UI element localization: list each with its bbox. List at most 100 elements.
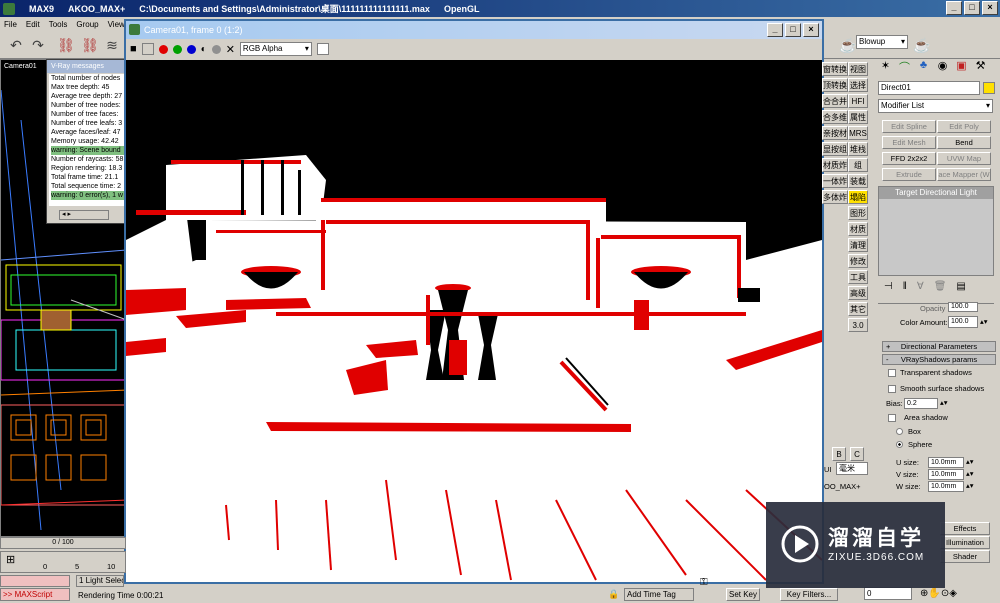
key-filters-button[interactable]: Key Filters...	[780, 588, 838, 601]
maximize-button[interactable]: □	[964, 1, 980, 15]
vray-log-scrollbar[interactable]: ◂ ▸	[59, 210, 109, 220]
quick-render-icon[interactable]: ☕	[912, 36, 932, 54]
modifier-list[interactable]: Modifier List ▾	[878, 99, 993, 113]
akoo-button[interactable]: 属性	[848, 110, 868, 124]
minimize-button[interactable]: _	[946, 1, 962, 15]
box-radio[interactable]	[896, 428, 903, 435]
bend-button[interactable]: Bend	[937, 136, 991, 149]
redo-icon[interactable]: ↷	[28, 36, 48, 54]
menu-tools[interactable]: Tools	[49, 20, 68, 29]
effects-button[interactable]: Effects	[940, 522, 990, 535]
akoo-button[interactable]: 材质	[848, 222, 868, 236]
akoo-button[interactable]: 亲按材	[822, 126, 848, 140]
menu-file[interactable]: File	[4, 20, 17, 29]
color-swatch[interactable]	[316, 43, 329, 55]
hierarchy-tab-icon[interactable]: ♣	[915, 59, 932, 77]
object-color-swatch[interactable]	[983, 82, 995, 94]
area-shadow-checkbox[interactable]	[888, 414, 896, 422]
akoo-button[interactable]: 合多维	[822, 110, 848, 124]
modifier-stack[interactable]: Target Directional Light	[878, 186, 994, 276]
bias-spinner[interactable]: ▴▾	[940, 398, 948, 407]
clone-window-icon[interactable]	[141, 43, 154, 55]
maxscript-listener-top[interactable]	[0, 575, 70, 587]
akoo-button[interactable]: 工具	[848, 270, 868, 284]
make-unique-icon[interactable]: ∀	[917, 281, 924, 292]
render-frame-window[interactable]: Camera01, frame 0 (1:2) _ □ × ■ ◐ ✕ RGB …	[124, 19, 824, 584]
lock-icon[interactable]: 🔒	[608, 589, 619, 600]
b-button[interactable]: B	[832, 447, 846, 461]
red-channel-icon[interactable]	[158, 44, 168, 54]
akoo-button[interactable]: 清理	[848, 238, 868, 252]
configure-sets-icon[interactable]: ▤	[956, 281, 965, 292]
akoo-button[interactable]: 图形	[848, 206, 868, 220]
render-scene-icon[interactable]: ☕	[838, 36, 858, 54]
save-image-icon[interactable]: ■	[130, 43, 137, 55]
menu-edit[interactable]: Edit	[26, 20, 40, 29]
track-bar-icon[interactable]: ⊞	[6, 553, 15, 566]
unit-select[interactable]: 毫米	[836, 462, 868, 475]
akoo-button[interactable]: 塌陷	[848, 190, 868, 204]
c-button[interactable]: C	[850, 447, 864, 461]
u-size-spinner[interactable]: ▴▾	[966, 457, 974, 466]
akoo-button[interactable]: 堆栈	[848, 142, 868, 156]
u-size-field[interactable]: 10.0mm	[928, 457, 964, 468]
set-key-button[interactable]: Set Key	[726, 588, 760, 601]
create-tab-icon[interactable]: ✶	[877, 59, 894, 77]
color-amount-field[interactable]: 100.0	[948, 316, 978, 328]
show-end-result-icon[interactable]: ‖	[903, 281, 907, 292]
frame-field[interactable]: 0	[864, 587, 912, 600]
remove-modifier-icon[interactable]: 🗑	[934, 281, 947, 292]
vray-messages-title[interactable]: V-Ray messages	[47, 60, 127, 73]
illumination-button[interactable]: Illumination	[940, 536, 990, 549]
akoo-button[interactable]: 视图	[848, 62, 868, 76]
uvw-map-button[interactable]: UVW Map	[937, 152, 991, 165]
akoo-button[interactable]: 多体炸	[822, 190, 848, 204]
smooth-surface-checkbox[interactable]	[888, 385, 896, 393]
extrude-button[interactable]: Extrude	[882, 168, 936, 181]
ffd-button[interactable]: FFD 2x2x2	[882, 152, 936, 165]
nav-controls-icon[interactable]: ⊕✋⊙◈	[920, 588, 957, 599]
akoo-button[interactable]: 窗转换	[822, 62, 848, 76]
akoo-button[interactable]: MRS	[848, 126, 868, 140]
undo-icon[interactable]: ↶	[6, 36, 26, 54]
edit-spline-button[interactable]: Edit Spline	[882, 120, 936, 133]
surface-mapper-button[interactable]: ace Mapper (W	[937, 168, 991, 181]
shader-button[interactable]: Shader	[940, 550, 990, 563]
object-name-field[interactable]: Direct01	[878, 81, 980, 95]
close-button[interactable]: ×	[982, 1, 998, 15]
menu-group[interactable]: Group	[76, 20, 98, 29]
render-window-title-bar[interactable]: Camera01, frame 0 (1:2) _ □ ×	[126, 21, 822, 39]
motion-tab-icon[interactable]: ◉	[934, 59, 951, 77]
akoo-button[interactable]: 装载	[848, 174, 868, 188]
akoo-button[interactable]: 顶转换	[822, 78, 848, 92]
render-preset-select[interactable]: Blowup ▾	[856, 35, 908, 49]
akoo-button[interactable]: 材质炸	[822, 158, 848, 172]
opacity-field[interactable]: 100.0	[948, 302, 978, 312]
akoo-button[interactable]: HFI	[848, 94, 868, 108]
akoo-button[interactable]: 合合并	[822, 94, 848, 108]
render-minimize-button[interactable]: _	[767, 23, 783, 37]
display-tab-icon[interactable]: ▣	[953, 59, 970, 77]
mono-icon[interactable]	[211, 44, 221, 54]
bias-field[interactable]: 0.2	[904, 398, 938, 409]
akoo-button[interactable]: 其它	[848, 302, 868, 316]
v-size-field[interactable]: 10.0mm	[928, 469, 964, 480]
transparent-shadows-checkbox[interactable]	[888, 369, 896, 377]
v-size-spinner[interactable]: ▴▾	[966, 469, 974, 478]
akoo-button[interactable]: 选择	[848, 78, 868, 92]
select-link-icon[interactable]: ⛓	[56, 36, 76, 54]
akoo-button[interactable]: 一体炸	[822, 174, 848, 188]
w-size-field[interactable]: 10.0mm	[928, 481, 964, 492]
akoo-button[interactable]: 3.0	[848, 318, 868, 332]
key-icon[interactable]: ⚿	[700, 577, 708, 588]
green-channel-icon[interactable]	[172, 44, 182, 54]
alpha-channel-icon[interactable]: ◐	[201, 44, 207, 55]
edit-mesh-button[interactable]: Edit Mesh	[882, 136, 936, 149]
channel-select[interactable]: RGB Alpha	[239, 42, 312, 56]
viewport-label[interactable]: Camera01	[4, 63, 37, 70]
akoo-button[interactable]: 高级	[848, 286, 868, 300]
stack-item-target-light[interactable]: Target Directional Light	[879, 187, 993, 199]
add-time-tag[interactable]: Add Time Tag	[624, 588, 694, 601]
pin-stack-icon[interactable]: ⊣	[884, 281, 893, 292]
sphere-radio[interactable]	[896, 441, 903, 448]
